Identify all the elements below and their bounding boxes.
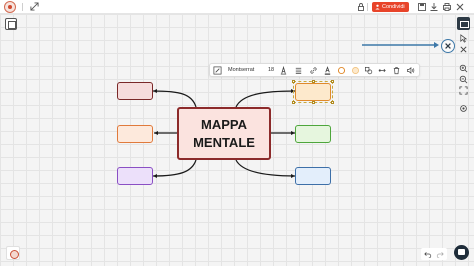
font-family-select[interactable]: Montserrat: [228, 64, 254, 77]
align-icon[interactable]: [294, 66, 303, 75]
resize-handle[interactable]: [292, 80, 295, 83]
speaker-icon[interactable]: [406, 66, 415, 75]
fit-screen-icon[interactable]: [459, 86, 468, 95]
chat-help-button[interactable]: [454, 245, 469, 260]
resize-handle[interactable]: [331, 80, 334, 83]
delete-icon[interactable]: [392, 66, 401, 75]
selection-frame: [292, 80, 334, 104]
resize-handle[interactable]: [292, 101, 295, 104]
central-topic-line2: MENTALE: [193, 135, 255, 150]
share-label: Condividi: [382, 4, 405, 10]
add-person-icon: [375, 4, 380, 10]
font-size-select[interactable]: 18: [268, 64, 274, 77]
toolbar-divider: [22, 3, 23, 11]
branch-node-left-bottom[interactable]: [117, 167, 153, 185]
text-color-icon[interactable]: [323, 66, 332, 75]
central-topic-node[interactable]: MAPPA MENTALE: [177, 107, 271, 160]
resize-handle[interactable]: [331, 101, 334, 104]
border-color-icon[interactable]: [351, 66, 360, 75]
top-bar: Condividi: [0, 0, 474, 14]
download-icon[interactable]: [429, 2, 439, 12]
layout-panel-button[interactable]: [457, 17, 470, 30]
close-icon[interactable]: [444, 42, 452, 50]
print-icon[interactable]: [442, 2, 452, 12]
brand-logo-icon[interactable]: [6, 246, 20, 260]
toolbar-divider: [367, 3, 368, 11]
fill-color-icon[interactable]: [337, 66, 346, 75]
close-icon[interactable]: [455, 2, 465, 12]
zoom-out-icon[interactable]: [459, 75, 468, 84]
central-topic-line1: MAPPA: [201, 117, 247, 132]
branch-node-left-middle[interactable]: [117, 125, 153, 143]
text-style-icon[interactable]: [279, 66, 288, 75]
format-toolbar: Montserrat 18: [209, 63, 420, 77]
undo-redo-group: [421, 248, 447, 260]
share-button[interactable]: Condividi: [372, 2, 409, 12]
right-toolbar: [457, 17, 470, 57]
undo-icon[interactable]: [424, 250, 432, 258]
lock-icon[interactable]: [356, 2, 366, 12]
zoom-toolbar: [458, 62, 469, 118]
save-icon[interactable]: [417, 2, 427, 12]
select-pointer-icon[interactable]: [459, 34, 468, 43]
link-icon[interactable]: [309, 66, 318, 75]
expand-icon[interactable]: [30, 2, 39, 11]
edit-style-icon[interactable]: [213, 66, 222, 75]
resize-handle[interactable]: [312, 101, 315, 104]
zoom-in-icon[interactable]: [459, 64, 468, 73]
resize-handle[interactable]: [312, 80, 315, 83]
close-panel-icon[interactable]: [459, 45, 468, 54]
branch-node-left-top[interactable]: [117, 82, 153, 100]
app-logo-icon[interactable]: [4, 1, 16, 13]
shape-icon[interactable]: [364, 66, 373, 75]
page-panel-button[interactable]: [5, 18, 17, 30]
redo-icon[interactable]: [436, 250, 444, 258]
branch-node-right-middle[interactable]: [295, 125, 331, 143]
connector-style-icon[interactable]: [378, 66, 387, 75]
annotation-circle: [441, 39, 455, 53]
branch-node-right-bottom[interactable]: [295, 167, 331, 185]
settings-icon[interactable]: [459, 104, 468, 113]
